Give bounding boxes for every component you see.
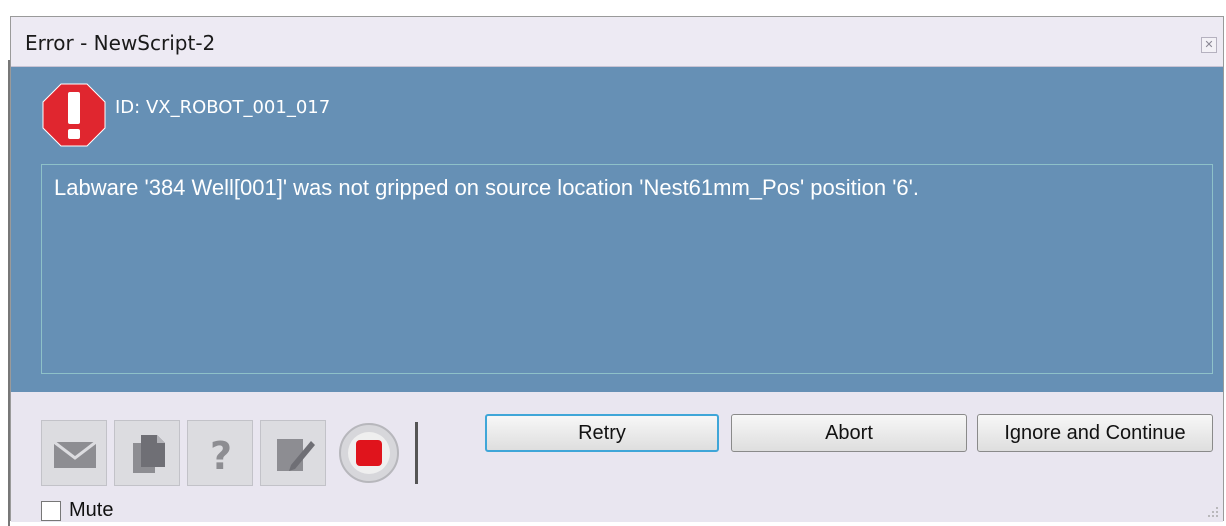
email-button[interactable]: [41, 420, 107, 486]
help-button[interactable]: ?: [187, 420, 253, 486]
resize-grip-icon[interactable]: [1205, 504, 1219, 518]
abort-button[interactable]: Abort: [731, 414, 967, 452]
stop-button[interactable]: [337, 420, 401, 486]
error-message: Labware '384 Well[001]' was not gripped …: [54, 175, 919, 200]
background-edge: [0, 0, 10, 526]
retry-button[interactable]: Retry: [485, 414, 719, 452]
title-bar[interactable]: Error - NewScript-2 ✕: [11, 17, 1223, 67]
edit-icon: [277, 439, 315, 471]
ignore-and-continue-button[interactable]: Ignore and Continue: [977, 414, 1213, 452]
error-stop-icon: [42, 83, 106, 147]
copy-icon: [133, 435, 165, 473]
help-icon: ?: [210, 434, 232, 478]
copy-button[interactable]: [114, 420, 180, 486]
error-id: ID: VX_ROBOT_001_017: [115, 97, 331, 118]
error-message-box[interactable]: Labware '384 Well[001]' was not gripped …: [41, 164, 1213, 374]
error-content-panel: ID: VX_ROBOT_001_017 Labware '384 Well[0…: [11, 67, 1223, 392]
window-title: Error - NewScript-2: [25, 31, 216, 55]
error-dialog: Error - NewScript-2 ✕ ID: VX_ROBOT_001_0…: [10, 16, 1224, 522]
svg-text:?: ?: [210, 434, 232, 478]
action-bar: ? Retry Abort Ignore and Continue Mute: [11, 392, 1223, 522]
mute-label: Mute: [69, 499, 114, 521]
edit-notes-button[interactable]: [260, 420, 326, 486]
close-icon: ✕: [1204, 38, 1214, 51]
mail-icon: [53, 440, 97, 468]
mute-checkbox[interactable]: [41, 501, 61, 521]
stop-icon: [356, 440, 382, 466]
close-button[interactable]: ✕: [1201, 37, 1217, 53]
toolbar-separator: [415, 422, 418, 484]
